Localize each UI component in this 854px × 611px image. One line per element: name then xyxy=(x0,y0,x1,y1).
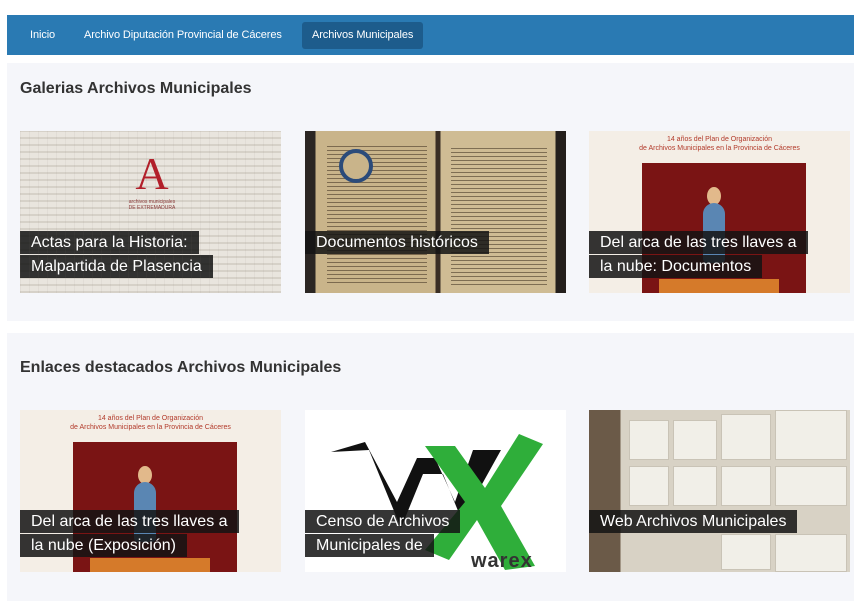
top-navbar: Inicio Archivo Diputación Provincial de … xyxy=(7,15,854,55)
card-caption-line1: Del arca de las tres llaves a xyxy=(20,510,239,533)
warex-logo-text: warex xyxy=(471,550,533,572)
archivos-logo: A archivos municipales DE EXTREMADURA xyxy=(116,148,188,212)
nav-item-inicio[interactable]: Inicio xyxy=(20,22,65,49)
poster-chest xyxy=(659,279,779,293)
archive-box xyxy=(721,534,771,570)
poster-chest xyxy=(90,558,210,572)
archive-box xyxy=(721,466,771,506)
archive-box xyxy=(673,420,717,460)
galerias-section: Galerias Archivos Municipales A archivos… xyxy=(7,63,854,321)
card-caption-line2: Municipales de xyxy=(305,534,434,557)
enlaces-title: Enlaces destacados Archivos Municipales xyxy=(20,359,342,376)
gallery-card-documentos[interactable]: Documentos históricos xyxy=(305,131,566,293)
illuminated-initial xyxy=(339,149,373,183)
enlaces-section: Enlaces destacados Archivos Municipales … xyxy=(7,333,854,601)
archive-box xyxy=(629,420,669,460)
nav-item-archivo-diputacion[interactable]: Archivo Diputación Provincial de Cáceres xyxy=(74,22,292,49)
card-caption-line1: Web Archivos Municipales xyxy=(589,510,798,533)
gallery-card-del-arca[interactable]: 14 años del Plan de Organización de Arch… xyxy=(589,131,850,293)
archive-box xyxy=(775,534,847,572)
card-caption-line1: Censo de Archivos xyxy=(305,510,461,533)
card-caption-line1: Documentos históricos xyxy=(305,231,489,254)
card-caption-line2: la nube: Documentos xyxy=(589,255,763,278)
link-card-censo[interactable]: warex Censo de Archivos Municipales de xyxy=(305,410,566,572)
archive-box xyxy=(629,466,669,506)
archive-box xyxy=(775,466,847,506)
manuscript-text-right xyxy=(451,145,547,285)
archive-box xyxy=(721,414,771,460)
archive-box xyxy=(673,466,717,506)
poster-title-line2: de Archivos Municipales en la Provincia … xyxy=(639,145,800,152)
poster-title-line1: 14 años del Plan de Organización xyxy=(97,415,204,422)
link-card-del-arca-exposicion[interactable]: 14 años del Plan de Organización de Arch… xyxy=(20,410,281,572)
card-caption-line1: Del arca de las tres llaves a xyxy=(589,231,808,254)
archivos-logo-subtext: DE EXTREMADURA xyxy=(128,205,176,211)
archivos-logo-text: archivos municipales xyxy=(128,199,176,205)
archivos-logo-mark: A xyxy=(135,148,169,199)
archive-box xyxy=(775,410,847,460)
poster-title-line1: 14 años del Plan de Organización xyxy=(666,136,773,143)
nav-item-archivos-municipales[interactable]: Archivos Municipales xyxy=(302,22,424,49)
card-caption-line2: Malpartida de Plasencia xyxy=(20,255,213,278)
galerias-title: Galerias Archivos Municipales xyxy=(20,80,252,97)
card-caption-line1: Actas para la Historia: xyxy=(20,231,199,254)
link-card-web-archivos[interactable]: Web Archivos Municipales xyxy=(589,410,850,572)
card-caption-line2: la nube (Exposición) xyxy=(20,534,187,557)
poster-title-line2: de Archivos Municipales en la Provincia … xyxy=(70,424,231,431)
gallery-card-actas[interactable]: A archivos municipales DE EXTREMADURA Ac… xyxy=(20,131,281,293)
